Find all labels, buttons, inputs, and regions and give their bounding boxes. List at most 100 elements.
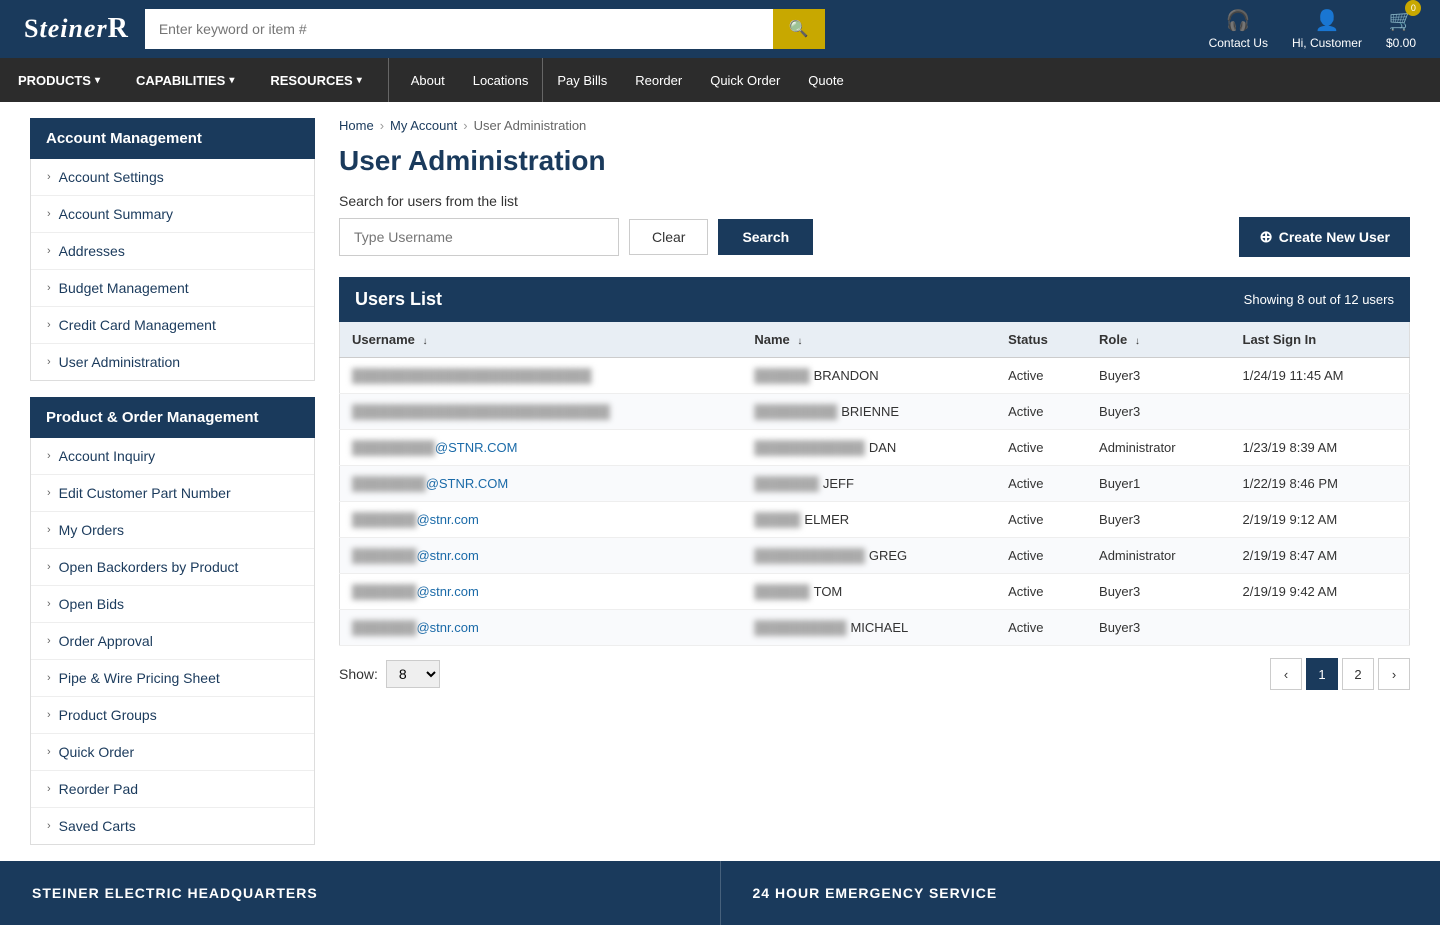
chevron-right-icon: › bbox=[47, 450, 51, 462]
footer-col2: 24 HOUR EMERGENCY SERVICE bbox=[721, 861, 1440, 925]
cell-last-sign-in: 2/19/19 8:47 AM bbox=[1231, 538, 1410, 574]
table-row[interactable]: ████████████████████████████████BRANDONA… bbox=[340, 358, 1410, 394]
per-page-select[interactable]: 8 16 24 bbox=[386, 660, 440, 688]
cart-button[interactable]: 🛒 0 $0.00 bbox=[1386, 8, 1416, 50]
global-search-button[interactable]: 🔍 bbox=[773, 9, 825, 49]
cell-last-sign-in: 1/22/19 8:46 PM bbox=[1231, 466, 1410, 502]
order-menu: › Account Inquiry › Edit Customer Part N… bbox=[30, 438, 315, 845]
global-search-input[interactable] bbox=[145, 9, 773, 49]
sidebar-item-account-settings[interactable]: › Account Settings bbox=[31, 159, 314, 196]
cell-username: █████████@STNR.COM bbox=[340, 430, 743, 466]
cell-name: ████████████GREG bbox=[742, 538, 996, 574]
table-row[interactable]: █████████████████████████████████████BRI… bbox=[340, 394, 1410, 430]
cell-username: ███████@stnr.com bbox=[340, 502, 743, 538]
cell-username: ██████████████████████████ bbox=[340, 358, 743, 394]
breadcrumb-home[interactable]: Home bbox=[339, 118, 374, 133]
create-new-user-button[interactable]: ⊕ Create New User bbox=[1239, 217, 1410, 257]
sidebar-item-account-inquiry[interactable]: › Account Inquiry bbox=[31, 438, 314, 475]
sidebar-item-budget-management[interactable]: › Budget Management bbox=[31, 270, 314, 307]
sort-arrow-icon: ↓ bbox=[797, 336, 802, 347]
contact-us-button[interactable]: 🎧 Contact Us bbox=[1209, 8, 1268, 50]
cell-status: Active bbox=[996, 610, 1087, 646]
sidebar-item-order-approval[interactable]: › Order Approval bbox=[31, 623, 314, 660]
search-button[interactable]: Search bbox=[718, 219, 813, 255]
nav-item-products[interactable]: PRODUCTS ▾ bbox=[0, 59, 118, 102]
sidebar-item-saved-carts[interactable]: › Saved Carts bbox=[31, 808, 314, 844]
pagination-controls: ‹ 1 2 › bbox=[1270, 658, 1410, 690]
sidebar-item-edit-customer-part[interactable]: › Edit Customer Part Number bbox=[31, 475, 314, 512]
cell-name: ██████BRANDON bbox=[742, 358, 996, 394]
prev-page-button[interactable]: ‹ bbox=[1270, 658, 1302, 690]
cell-role: Administrator bbox=[1087, 430, 1230, 466]
page-2-button[interactable]: 2 bbox=[1342, 658, 1374, 690]
table-row[interactable]: ███████@stnr.com██████TOMActiveBuyer32/1… bbox=[340, 574, 1410, 610]
nav-quick-order[interactable]: Quick Order bbox=[696, 59, 794, 102]
table-row[interactable]: █████████@STNR.COM████████████DANActiveA… bbox=[340, 430, 1410, 466]
next-page-button[interactable]: › bbox=[1378, 658, 1410, 690]
cell-last-sign-in: 1/23/19 8:39 AM bbox=[1231, 430, 1410, 466]
cell-role: Buyer3 bbox=[1087, 574, 1230, 610]
sidebar-item-account-summary[interactable]: › Account Summary bbox=[31, 196, 314, 233]
cell-role: Buyer3 bbox=[1087, 358, 1230, 394]
cell-last-sign-in bbox=[1231, 610, 1410, 646]
nav-quote[interactable]: Quote bbox=[794, 59, 857, 102]
clear-button[interactable]: Clear bbox=[629, 219, 708, 255]
chevron-right-icon: › bbox=[47, 709, 51, 721]
nav-about[interactable]: About bbox=[397, 59, 459, 102]
cell-role: Buyer3 bbox=[1087, 394, 1230, 430]
username-email-link[interactable]: @STNR.COM bbox=[435, 440, 518, 455]
cell-name: ██████████MICHAEL bbox=[742, 610, 996, 646]
cell-last-sign-in: 1/24/19 11:45 AM bbox=[1231, 358, 1410, 394]
cart-icon: 🛒 0 bbox=[1389, 8, 1414, 33]
username-email-link[interactable]: @STNR.COM bbox=[426, 476, 509, 491]
username-email-link[interactable]: @stnr.com bbox=[416, 620, 478, 635]
username-email-link[interactable]: @stnr.com bbox=[416, 548, 478, 563]
col-username[interactable]: Username ↓ bbox=[340, 322, 743, 358]
account-menu: › Account Settings › Account Summary › A… bbox=[30, 159, 315, 381]
nav-pay-bills[interactable]: Pay Bills bbox=[543, 59, 621, 102]
search-controls: Clear Search ⊕ Create New User bbox=[339, 217, 1410, 257]
cell-name: ████████████DAN bbox=[742, 430, 996, 466]
chevron-right-icon: › bbox=[47, 319, 51, 331]
nav-item-resources[interactable]: RESOURCES ▾ bbox=[252, 59, 379, 102]
sidebar-item-addresses[interactable]: › Addresses bbox=[31, 233, 314, 270]
username-email-link[interactable]: @stnr.com bbox=[416, 584, 478, 599]
table-row[interactable]: ████████@STNR.COM███████JEFFActiveBuyer1… bbox=[340, 466, 1410, 502]
order-section-title: Product & Order Management bbox=[30, 397, 315, 438]
nav-main: PRODUCTS ▾ CAPABILITIES ▾ RESOURCES ▾ bbox=[0, 59, 380, 102]
sidebar-item-my-orders[interactable]: › My Orders bbox=[31, 512, 314, 549]
footer-col1: STEINER ELECTRIC HEADQUARTERS bbox=[0, 861, 721, 925]
col-role[interactable]: Role ↓ bbox=[1087, 322, 1230, 358]
breadcrumb-sep2: › bbox=[463, 118, 467, 133]
sidebar-item-user-administration[interactable]: › User Administration bbox=[31, 344, 314, 380]
table-row[interactable]: ███████@stnr.com██████████MICHAELActiveB… bbox=[340, 610, 1410, 646]
logo[interactable]: SteinerR bbox=[24, 13, 129, 45]
page-1-button[interactable]: 1 bbox=[1306, 658, 1338, 690]
page-title: User Administration bbox=[339, 145, 1410, 177]
account-section-title: Account Management bbox=[30, 118, 315, 159]
username-email-link[interactable]: @stnr.com bbox=[416, 512, 478, 527]
sidebar-item-credit-card[interactable]: › Credit Card Management bbox=[31, 307, 314, 344]
sidebar-item-open-bids[interactable]: › Open Bids bbox=[31, 586, 314, 623]
chevron-right-icon: › bbox=[47, 171, 51, 183]
username-search-input[interactable] bbox=[339, 218, 619, 256]
sidebar-item-product-groups[interactable]: › Product Groups bbox=[31, 697, 314, 734]
customer-account-button[interactable]: 👤 Hi, Customer bbox=[1292, 8, 1362, 50]
nav-item-capabilities[interactable]: CAPABILITIES ▾ bbox=[118, 59, 252, 102]
nav-locations[interactable]: Locations bbox=[459, 59, 543, 102]
search-bar: 🔍 bbox=[145, 9, 825, 49]
sidebar-item-quick-order[interactable]: › Quick Order bbox=[31, 734, 314, 771]
table-row[interactable]: ███████@stnr.com████████████GREGActiveAd… bbox=[340, 538, 1410, 574]
cell-username: ███████@stnr.com bbox=[340, 574, 743, 610]
sidebar-item-open-backorders[interactable]: › Open Backorders by Product bbox=[31, 549, 314, 586]
sidebar-item-pipe-wire[interactable]: › Pipe & Wire Pricing Sheet bbox=[31, 660, 314, 697]
chevron-right-icon: › bbox=[47, 820, 51, 832]
chevron-right-icon: › bbox=[47, 561, 51, 573]
sidebar-item-reorder-pad[interactable]: › Reorder Pad bbox=[31, 771, 314, 808]
pagination-row: Show: 8 16 24 ‹ 1 2 › bbox=[339, 646, 1410, 702]
breadcrumb-sep1: › bbox=[380, 118, 384, 133]
col-name[interactable]: Name ↓ bbox=[742, 322, 996, 358]
breadcrumb-my-account[interactable]: My Account bbox=[390, 118, 457, 133]
nav-reorder[interactable]: Reorder bbox=[621, 59, 696, 102]
table-row[interactable]: ███████@stnr.com█████ELMERActiveBuyer32/… bbox=[340, 502, 1410, 538]
